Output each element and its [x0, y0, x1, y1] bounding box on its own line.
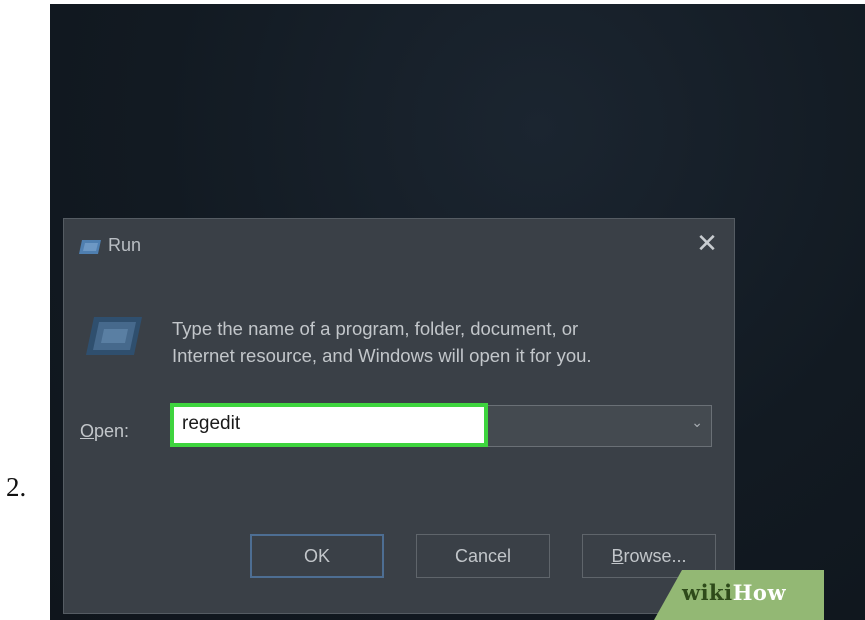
description-line-1: Type the name of a program, folder, docu… [172, 318, 579, 339]
open-input-highlighted[interactable]: regedit [170, 403, 488, 447]
wikihow-watermark: wikiHow [682, 580, 786, 605]
open-input-value[interactable]: regedit [182, 413, 240, 435]
browse-label-rest: rowse... [623, 546, 687, 566]
desktop-background: Run ✕ Type the name of a program, folder… [50, 4, 865, 620]
browse-accelerator: B [611, 546, 624, 566]
cancel-button[interactable]: Cancel [416, 534, 550, 578]
open-label-accelerator: O [80, 421, 95, 441]
step-number: 2. [6, 472, 27, 502]
description-line-2: Internet resource, and Windows will open… [172, 345, 592, 366]
wikihow-wiki: wiki [682, 580, 733, 605]
open-label-rest: pen: [94, 421, 130, 441]
chevron-down-icon[interactable]: ⌄ [691, 415, 703, 431]
close-icon: ✕ [696, 229, 718, 259]
ok-button[interactable]: OK [250, 534, 384, 578]
run-dialog: Run ✕ Type the name of a program, folder… [63, 218, 735, 614]
close-button[interactable]: ✕ [692, 229, 722, 259]
dialog-description: Type the name of a program, folder, docu… [172, 315, 712, 369]
wikihow-how: How [732, 580, 787, 605]
dialog-title: Run [108, 235, 142, 255]
run-large-icon [86, 317, 142, 355]
open-label: Open: [80, 421, 129, 442]
run-icon [79, 240, 101, 254]
